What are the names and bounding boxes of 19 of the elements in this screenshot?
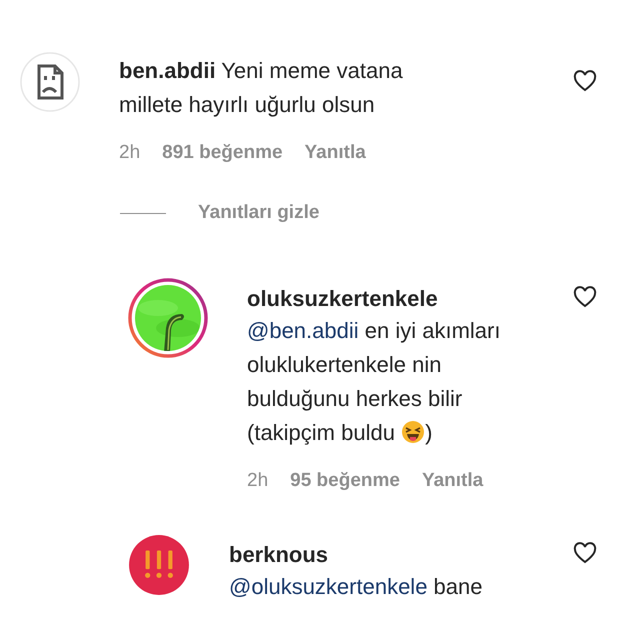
mention-link[interactable]: @ben.abdii [247,318,359,343]
reply-link[interactable]: Yanıtla [422,470,484,492]
reply-link[interactable]: Yanıtla [304,142,366,164]
username[interactable]: berknous [229,540,573,570]
username[interactable]: oluksuzkertenkele [247,284,573,314]
heart-icon[interactable] [573,542,597,564]
reply-time: 2h [247,470,268,492]
broken-image-avatar [20,52,80,112]
comment-time: 2h [119,142,140,164]
warning-avatar [128,534,190,596]
heart-icon[interactable] [573,286,597,308]
reply-text: @ben.abdii en iyi akımları oluklukertenkele nin bulduğunu herkes bilir (takipçim buldu ) [247,317,502,447]
hide-replies-link[interactable]: Yanıtları gizle [198,202,320,224]
likes-count[interactable]: 95 beğenme [290,470,400,492]
heart-icon[interactable] [573,70,597,92]
likes-count[interactable]: 891 beğenme [162,142,283,164]
reply-text: @oluksuzkertenkele bane [229,573,484,601]
comment-text: ben.abdii Yeni meme vatana millete hayırlı uğurlu olsun [119,57,404,119]
mention-link[interactable]: @oluksuzkertenkele [229,574,428,599]
